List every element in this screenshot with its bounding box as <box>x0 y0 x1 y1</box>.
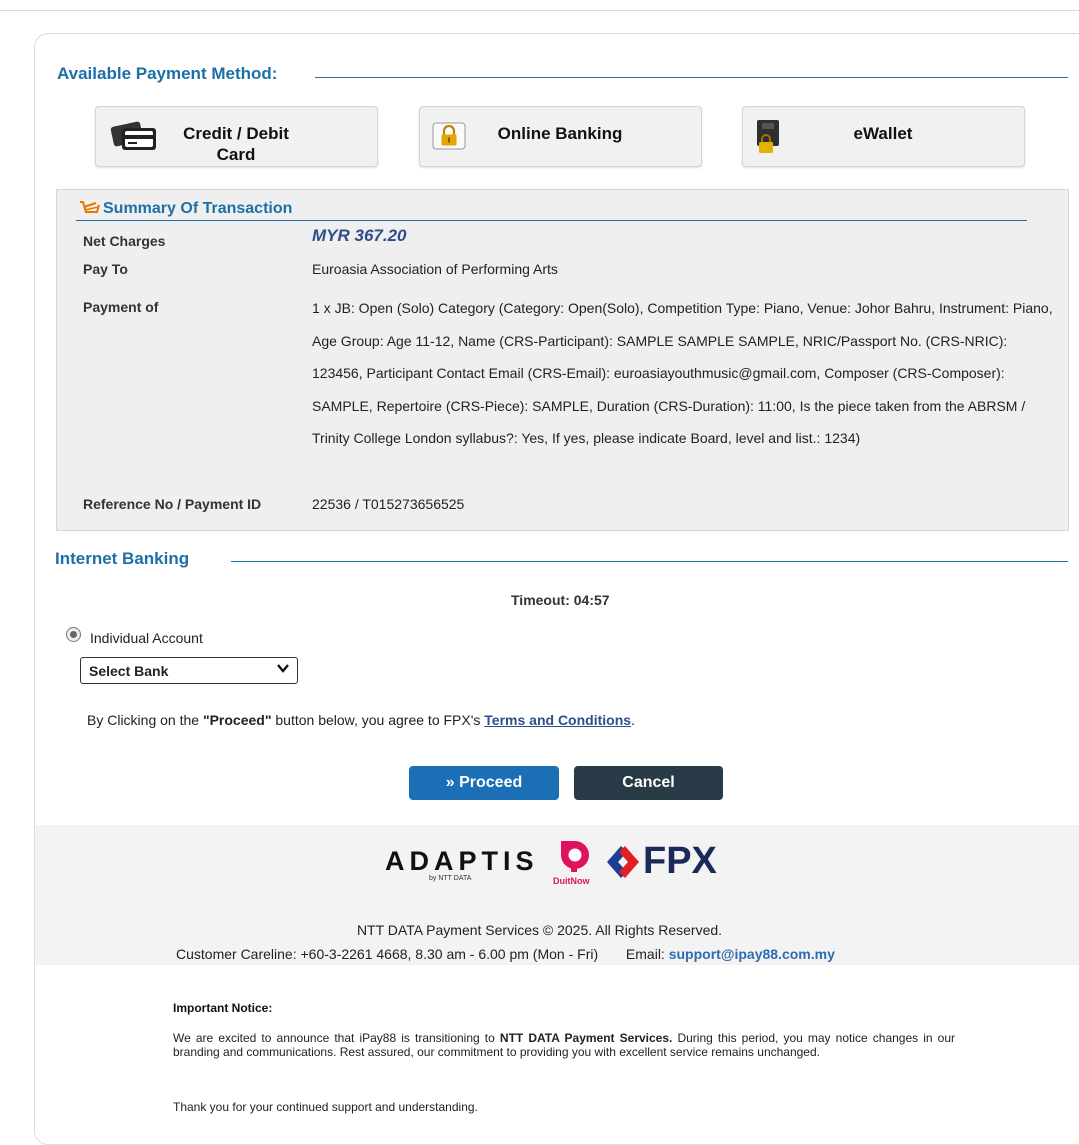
terms-agreement: By Clicking on the "Proceed" button belo… <box>87 712 635 728</box>
ewallet-label: eWallet <box>853 124 913 143</box>
credit-card-label-line1: Credit / Debit <box>183 124 289 143</box>
summary-divider <box>76 220 1027 221</box>
timeout-text: Timeout: 04:57 <box>511 592 610 608</box>
duitnow-logo: DuitNow <box>553 840 597 888</box>
online-banking-label: Online Banking <box>497 124 623 143</box>
credit-card-label-line2: Card <box>216 145 256 164</box>
summary-title: Summary Of Transaction <box>103 200 293 217</box>
cart-icon <box>79 199 101 222</box>
payment-method-title: Available Payment Method: <box>57 64 278 83</box>
wallet-icon <box>753 118 789 161</box>
fpx-logo: FPX <box>603 840 753 882</box>
ewallet-button[interactable]: eWallet <box>742 106 1025 167</box>
email-label: Email: <box>625 946 665 962</box>
payment-of-value: 1 x JB: Open (Solo) Category (Category: … <box>312 300 1053 447</box>
cancel-button[interactable]: Cancel <box>574 766 723 800</box>
notice-bold: NTT DATA Payment Services. <box>499 1031 673 1045</box>
pay-to-label: Pay To <box>83 261 128 277</box>
agree-prefix: By Clicking on the <box>87 712 203 728</box>
bank-select-value: Select Bank <box>89 663 169 679</box>
chevron-down-icon <box>276 661 290 678</box>
notice-prefix: We are excited to announce that iPay88 i… <box>173 1031 500 1045</box>
notice-thanks: Thank you for your continued support and… <box>173 1100 478 1114</box>
credit-debit-card-button[interactable]: Credit / Debit Card <box>95 106 378 167</box>
net-charges-value: MYR 367.20 <box>312 226 407 245</box>
reference-label: Reference No / Payment ID <box>83 496 262 512</box>
payment-of-label: Payment of <box>83 299 159 315</box>
careline-text: Customer Careline: +60-3-2261 4668, 8.30… <box>176 946 835 962</box>
payment-method-divider <box>315 77 1068 78</box>
top-divider <box>0 0 1079 11</box>
net-charges-label: Net Charges <box>83 233 166 249</box>
proceed-button[interactable]: » Proceed <box>409 766 559 800</box>
agree-bold: "Proceed" <box>202 712 272 728</box>
notice-text: We are excited to announce that iPay88 i… <box>173 1031 955 1059</box>
duitnow-logo-text: DuitNow <box>553 876 590 886</box>
reference-value: 22536 / T015273656525 <box>312 496 465 512</box>
credit-card-icon <box>110 118 160 159</box>
individual-account-radio[interactable] <box>66 627 81 642</box>
notice-title: Important Notice: <box>173 1001 273 1015</box>
adaptis-logo: ADAPTIS by NTT DATA <box>385 846 545 882</box>
terms-link[interactable]: Terms and Conditions <box>484 712 631 728</box>
agree-suffix: . <box>631 712 635 728</box>
agree-middle: button below, you agree to FPX's <box>271 712 485 728</box>
lock-icon <box>432 122 466 155</box>
support-email-link[interactable]: support@ipay88.com.my <box>669 946 835 962</box>
internet-banking-title: Internet Banking <box>55 549 190 568</box>
adaptis-logo-text: ADAPTIS <box>385 846 539 876</box>
bank-select[interactable]: Select Bank <box>80 657 298 684</box>
individual-account-label: Individual Account <box>90 630 203 646</box>
copyright-text: NTT DATA Payment Services © 2025. All Ri… <box>356 922 723 938</box>
internet-banking-divider <box>231 561 1068 562</box>
fpx-logo-text: FPX <box>643 840 717 882</box>
pay-to-value: Euroasia Association of Performing Arts <box>312 261 558 277</box>
careline-info: Customer Careline: +60-3-2261 4668, 8.30… <box>176 946 599 962</box>
online-banking-button[interactable]: Online Banking <box>419 106 702 167</box>
